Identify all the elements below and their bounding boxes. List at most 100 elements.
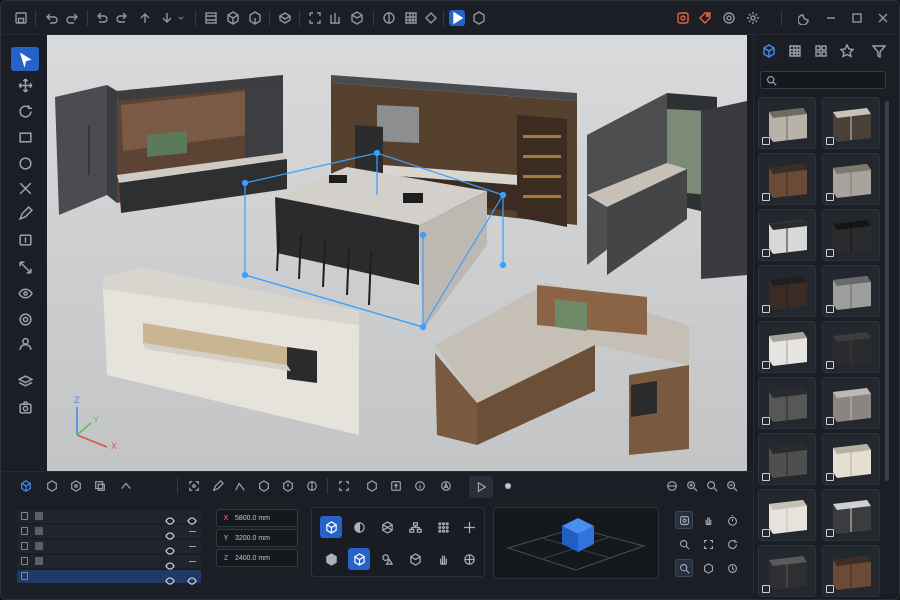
scale-tool[interactable] — [11, 255, 39, 279]
library-item-sink-unit[interactable] — [758, 209, 816, 261]
layer-row[interactable] — [17, 555, 201, 570]
library-item-oven-unit[interactable] — [822, 209, 880, 261]
wire-cube-icon[interactable] — [404, 548, 426, 570]
eye-icon[interactable] — [165, 557, 175, 570]
layer-row[interactable] — [17, 540, 201, 555]
eye-icon[interactable] — [165, 527, 175, 540]
box-icon[interactable] — [225, 10, 241, 26]
models-tab-icon[interactable] — [758, 41, 780, 61]
eye-icon[interactable] — [165, 572, 175, 585]
select-region-icon[interactable] — [185, 477, 203, 495]
save-icon[interactable] — [13, 10, 29, 26]
components-tab-icon[interactable] — [810, 41, 832, 61]
record-dot-icon[interactable] — [499, 477, 517, 495]
layer-row[interactable] — [17, 510, 201, 525]
camera-tool[interactable] — [11, 395, 39, 419]
library-search-input[interactable] — [760, 71, 886, 89]
groups-tab-icon[interactable] — [43, 477, 61, 495]
line-icon[interactable] — [231, 477, 249, 495]
library-item-black-panel[interactable] — [822, 321, 880, 373]
objects-tab-icon[interactable] — [17, 477, 35, 495]
measure-icon[interactable] — [327, 10, 343, 26]
coord-y-field[interactable]: Y 3200.0 mm — [216, 529, 298, 547]
hierarchy-tab-icon[interactable] — [117, 477, 135, 495]
zoom-extents-icon[interactable] — [675, 559, 693, 577]
view-settings-icon[interactable] — [723, 559, 741, 577]
coord-z-field[interactable]: Z 2400.0 mm — [216, 549, 298, 567]
hand-mode-icon[interactable] — [432, 548, 454, 570]
navigation-cube[interactable] — [493, 507, 659, 579]
layer-row-selected[interactable] — [17, 570, 201, 585]
wireframe-icon[interactable] — [349, 10, 365, 26]
rotate-view-icon[interactable] — [723, 535, 741, 553]
render-icon[interactable] — [471, 10, 487, 26]
zoom-in-icon[interactable] — [683, 477, 701, 495]
pivot-icon[interactable] — [423, 10, 439, 26]
zoom-icon[interactable] — [703, 477, 721, 495]
scenes-tab-icon[interactable] — [91, 477, 109, 495]
library-item-drawer-module[interactable] — [822, 377, 880, 429]
focus-icon[interactable] — [335, 477, 353, 495]
navigate-icon[interactable] — [437, 477, 455, 495]
pan-hand-icon[interactable] — [699, 511, 717, 529]
shaded-mode-icon[interactable] — [348, 516, 370, 538]
lock-dash-icon[interactable] — [189, 546, 196, 547]
orbit-view-icon[interactable] — [663, 477, 681, 495]
library-item-open-shelf[interactable] — [758, 545, 816, 597]
hierarchy-mode-icon[interactable] — [404, 516, 426, 538]
undo-icon[interactable] — [43, 10, 59, 26]
perspective-icon[interactable] — [699, 559, 717, 577]
library-item-kitchen-module[interactable] — [822, 97, 880, 149]
eye-icon[interactable] — [187, 572, 197, 585]
draw-icon[interactable] — [209, 477, 227, 495]
maximize-icon[interactable] — [849, 10, 865, 26]
library-item-range-unit[interactable] — [758, 433, 816, 485]
undo-all-icon[interactable] — [93, 10, 109, 26]
library-item-drawer-unit[interactable] — [822, 153, 880, 205]
cut-tool[interactable] — [11, 176, 39, 200]
material-icon[interactable] — [381, 10, 397, 26]
redo-all-icon[interactable] — [115, 10, 131, 26]
visibility-tool[interactable] — [11, 281, 39, 305]
orbit-tool[interactable] — [11, 307, 39, 331]
points-mode-icon[interactable] — [432, 516, 454, 538]
close-icon[interactable] — [875, 10, 891, 26]
frame-icon[interactable] — [675, 511, 693, 529]
rotate-tool[interactable] — [11, 99, 39, 123]
eye-icon[interactable] — [165, 542, 175, 555]
coord-x-field[interactable]: X 5800.0 mm — [216, 509, 298, 527]
select-region-icon[interactable] — [307, 10, 323, 26]
boolean-icon[interactable] — [303, 477, 321, 495]
filter-tab-icon[interactable] — [868, 41, 890, 61]
eye-icon[interactable] — [187, 512, 197, 525]
library-item-white-cabinet[interactable] — [758, 321, 816, 373]
chevron-down-icon[interactable] — [177, 10, 185, 26]
scene-icon[interactable] — [277, 10, 293, 26]
minimize-icon[interactable] — [823, 10, 839, 26]
push-pull-icon[interactable] — [279, 477, 297, 495]
layers-tool[interactable] — [11, 369, 39, 393]
lock-dash-icon[interactable] — [189, 531, 196, 532]
library-item-dark-shelf[interactable] — [758, 265, 816, 317]
shapes-mode-icon[interactable] — [376, 548, 398, 570]
export-icon[interactable] — [159, 10, 175, 26]
redo-icon[interactable] — [65, 10, 81, 26]
zoom-region-icon[interactable] — [675, 535, 693, 553]
hex-mode-icon[interactable] — [320, 548, 342, 570]
xray-mode-icon[interactable] — [376, 516, 398, 538]
favorites-tab-icon[interactable] — [836, 41, 858, 61]
eye-icon[interactable] — [165, 512, 175, 525]
tag-icon[interactable] — [697, 10, 713, 26]
cube-mode-icon[interactable] — [348, 548, 370, 570]
play-icon[interactable] — [449, 10, 465, 26]
import-icon[interactable] — [137, 10, 153, 26]
timer-icon[interactable] — [723, 511, 741, 529]
library-item-tall-cabinet[interactable] — [822, 265, 880, 317]
zoom-out-icon[interactable] — [723, 477, 741, 495]
layer-row[interactable] — [17, 525, 201, 540]
info-icon[interactable] — [411, 477, 429, 495]
grid-icon[interactable] — [403, 10, 419, 26]
record-icon[interactable] — [675, 10, 691, 26]
materials-tab-icon[interactable] — [67, 477, 85, 495]
3d-viewport[interactable]: Z Y X — [47, 35, 747, 471]
